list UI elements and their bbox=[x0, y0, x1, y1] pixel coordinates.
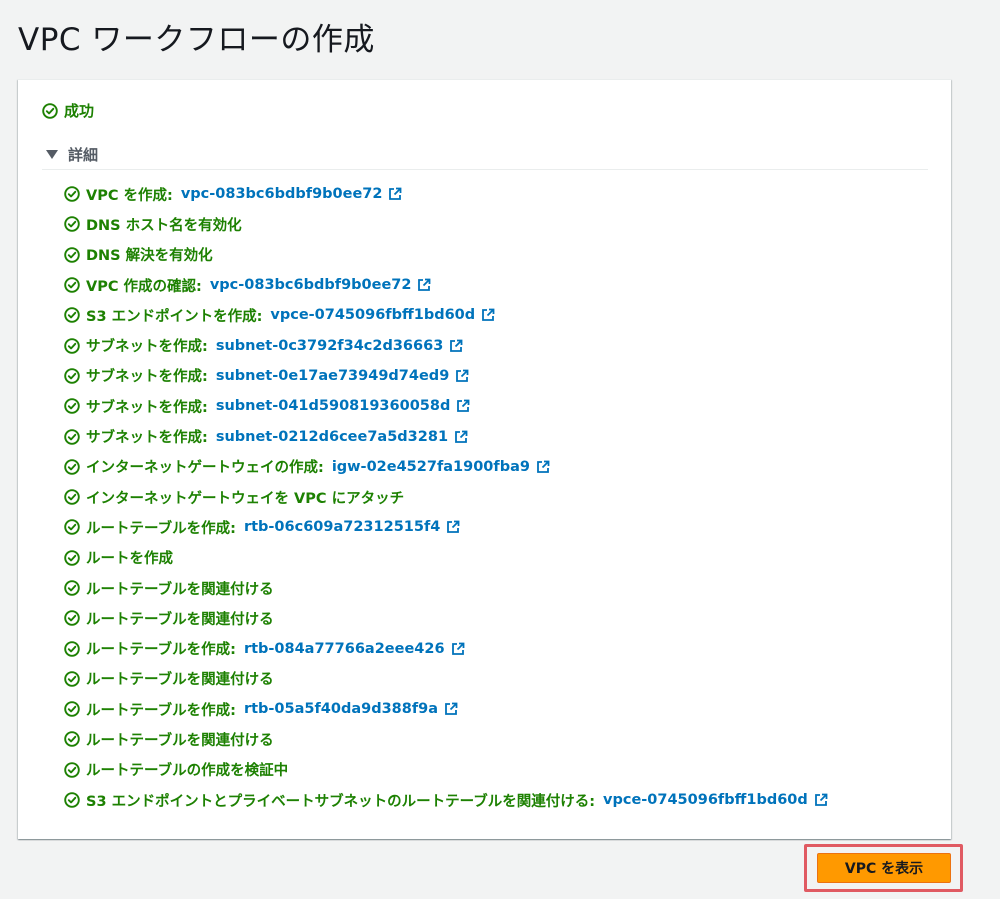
view-vpc-button[interactable]: VPC を表示 bbox=[817, 853, 951, 883]
check-circle-icon bbox=[64, 640, 80, 657]
step-text: サブネットを作成: bbox=[86, 399, 208, 416]
workflow-step: VPC を作成: vpc-083bc6bdbf9b0ee72 bbox=[64, 179, 828, 209]
resource-link[interactable]: subnet-0212d6cee7a5d3281 bbox=[216, 429, 448, 445]
workflow-step: VPC 作成の確認: vpc-083bc6bdbf9b0ee72 bbox=[64, 270, 828, 300]
check-circle-icon bbox=[64, 428, 80, 445]
workflow-step: DNS ホスト名を有効化 bbox=[64, 209, 828, 239]
step-text: サブネットを作成: bbox=[86, 369, 208, 386]
status-label: 成功 bbox=[64, 102, 95, 120]
step-text: インターネットゲートウェイを VPC にアタッチ bbox=[86, 490, 405, 507]
step-text: S3 エンドポイントを作成: bbox=[86, 308, 263, 325]
external-link-icon[interactable] bbox=[456, 399, 470, 413]
workflow-step: インターネットゲートウェイを VPC にアタッチ bbox=[64, 482, 828, 512]
check-circle-icon bbox=[64, 701, 80, 717]
check-circle-icon bbox=[64, 277, 80, 293]
step-text: ルートテーブルを関連付ける bbox=[86, 672, 274, 689]
workflow-step: ルートテーブルを関連付ける bbox=[64, 573, 828, 603]
external-link-icon[interactable] bbox=[481, 308, 495, 322]
external-link-icon[interactable] bbox=[449, 339, 463, 353]
check-circle-icon bbox=[64, 762, 80, 778]
external-link-icon[interactable] bbox=[451, 642, 465, 656]
step-text: VPC 作成の確認: bbox=[86, 278, 202, 295]
external-link-icon[interactable] bbox=[814, 793, 828, 807]
check-circle-icon bbox=[64, 519, 80, 536]
step-text: サブネットを作成: bbox=[86, 430, 208, 447]
check-circle-icon bbox=[64, 489, 80, 505]
resource-link[interactable]: vpc-083bc6bdbf9b0ee72 bbox=[210, 277, 412, 293]
resource-link[interactable]: rtb-084a77766a2eee426 bbox=[244, 641, 445, 657]
workflow-step: S3 エンドポイントを作成: vpce-0745096fbff1bd60d bbox=[64, 300, 828, 330]
workflow-panel: 成功 詳細 VPC を作成: vpc-083bc6bdbf9b0ee72 DNS ホ… bbox=[18, 79, 951, 839]
workflow-step: サブネットを作成: subnet-041d590819360058d bbox=[64, 391, 828, 421]
check-circle-icon bbox=[64, 186, 80, 202]
external-link-icon[interactable] bbox=[536, 460, 550, 474]
caret-down-icon bbox=[46, 150, 58, 159]
step-text: VPC を作成: bbox=[86, 187, 173, 204]
workflow-step: ルートテーブルを作成: rtb-06c609a72312515f4 bbox=[64, 512, 828, 542]
workflow-step: S3 エンドポイントとプライベートサブネットのルートテーブルを関連付ける: vpc… bbox=[64, 785, 828, 815]
check-circle-icon bbox=[64, 246, 80, 263]
external-link-icon[interactable] bbox=[454, 430, 468, 444]
external-link-icon[interactable] bbox=[455, 369, 469, 383]
step-text: ルートテーブルを作成: bbox=[86, 702, 236, 719]
check-circle-icon bbox=[64, 792, 80, 808]
check-circle-icon bbox=[64, 549, 80, 566]
check-circle-icon bbox=[64, 368, 80, 384]
resource-link[interactable]: rtb-05a5f40da9d388f9a bbox=[244, 701, 438, 717]
step-text: ルートテーブルを関連付ける bbox=[86, 611, 274, 628]
check-circle-icon bbox=[64, 580, 80, 596]
check-circle-icon bbox=[64, 671, 80, 687]
workflow-step: ルートテーブルを関連付ける bbox=[64, 603, 828, 633]
resource-link[interactable]: igw-02e4527fa1900fba9 bbox=[332, 459, 530, 475]
check-circle-icon bbox=[64, 337, 80, 354]
details-label: 詳細 bbox=[68, 146, 99, 164]
step-text: DNS ホスト名を有効化 bbox=[86, 217, 242, 234]
resource-link[interactable]: vpce-0745096fbff1bd60d bbox=[270, 307, 475, 323]
check-circle-icon bbox=[64, 610, 80, 627]
step-text: ルートテーブルの作成を検証中 bbox=[86, 763, 289, 780]
external-link-icon[interactable] bbox=[388, 187, 402, 201]
step-text: ルートテーブルを関連付ける bbox=[86, 732, 274, 749]
step-text: ルートテーブルを関連付ける bbox=[86, 581, 274, 598]
workflow-step: DNS 解決を有効化 bbox=[64, 240, 828, 270]
resource-link[interactable]: vpc-083bc6bdbf9b0ee72 bbox=[181, 186, 383, 202]
workflow-step: ルートを作成 bbox=[64, 543, 828, 573]
page-title: VPC ワークフローの作成 bbox=[18, 22, 375, 58]
resource-link[interactable]: subnet-0c3792f34c2d36663 bbox=[216, 338, 443, 354]
check-circle-icon bbox=[64, 216, 80, 233]
step-text: サブネットを作成: bbox=[86, 339, 208, 356]
check-circle-icon bbox=[42, 102, 58, 119]
step-text: DNS 解決を有効化 bbox=[86, 248, 213, 265]
details-toggle[interactable]: 詳細 bbox=[46, 144, 98, 165]
step-text: S3 エンドポイントとプライベートサブネットのルートテーブルを関連付ける: bbox=[86, 793, 596, 810]
workflow-step: ルートテーブルを関連付ける bbox=[64, 664, 828, 694]
step-text: インターネットゲートウェイの作成: bbox=[86, 460, 324, 477]
view-vpc-highlight: VPC を表示 bbox=[804, 844, 963, 892]
resource-link[interactable]: subnet-041d590819360058d bbox=[216, 398, 451, 414]
step-text: ルートテーブルを作成: bbox=[86, 520, 236, 537]
status-row: 成功 bbox=[42, 100, 94, 121]
workflow-step: サブネットを作成: subnet-0e17ae73949d74ed9 bbox=[64, 361, 828, 391]
check-circle-icon bbox=[64, 459, 80, 475]
external-link-icon[interactable] bbox=[444, 702, 458, 716]
external-link-icon[interactable] bbox=[446, 520, 460, 534]
resource-link[interactable]: rtb-06c609a72312515f4 bbox=[244, 519, 440, 535]
workflow-step: ルートテーブルの作成を検証中 bbox=[64, 755, 828, 785]
resource-link[interactable]: subnet-0e17ae73949d74ed9 bbox=[216, 368, 449, 384]
step-list: VPC を作成: vpc-083bc6bdbf9b0ee72 DNS ホスト名を有効… bbox=[64, 179, 828, 815]
details-divider bbox=[42, 169, 928, 170]
check-circle-icon bbox=[64, 307, 80, 324]
workflow-step: ルートテーブルを作成: rtb-084a77766a2eee426 bbox=[64, 633, 828, 663]
resource-link[interactable]: vpce-0745096fbff1bd60d bbox=[603, 792, 808, 808]
check-circle-icon bbox=[64, 398, 80, 414]
workflow-step: インターネットゲートウェイの作成: igw-02e4527fa1900fba9 bbox=[64, 452, 828, 482]
external-link-icon[interactable] bbox=[417, 278, 431, 292]
workflow-step: サブネットを作成: subnet-0c3792f34c2d36663 bbox=[64, 330, 828, 360]
check-circle-icon bbox=[64, 731, 80, 748]
step-text: ルートを作成 bbox=[86, 551, 173, 568]
workflow-step: ルートテーブルを作成: rtb-05a5f40da9d388f9a bbox=[64, 694, 828, 724]
workflow-step: サブネットを作成: subnet-0212d6cee7a5d3281 bbox=[64, 421, 828, 451]
workflow-step: ルートテーブルを関連付ける bbox=[64, 724, 828, 754]
step-text: ルートテーブルを作成: bbox=[86, 642, 236, 659]
